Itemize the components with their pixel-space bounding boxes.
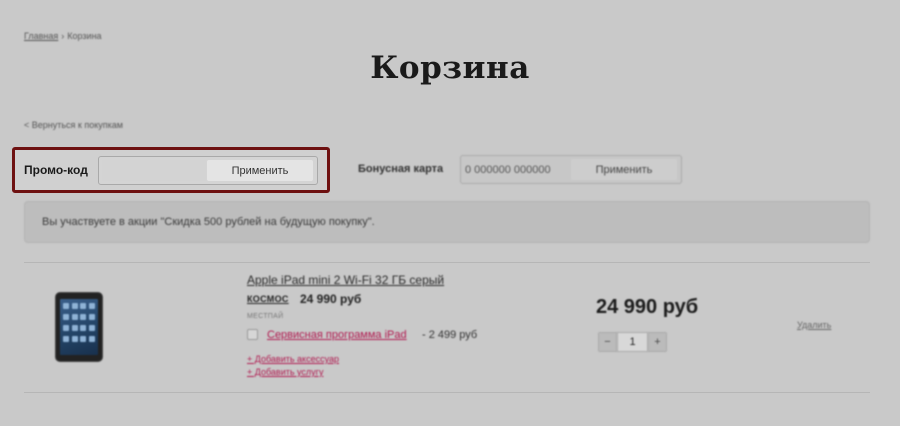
page-title: Корзина	[370, 50, 530, 86]
breadcrumb: Главная › Корзина	[24, 31, 102, 41]
service-program-price: - 2 499 руб	[422, 329, 478, 341]
tablet-app-grid	[63, 303, 95, 345]
quantity-increase-button[interactable]: +	[648, 332, 667, 352]
divider	[24, 262, 870, 263]
add-accessory-link[interactable]: + Добавить аксессуар	[247, 354, 339, 364]
promo-code-field: Применить	[98, 156, 318, 185]
unit-price: 24 990 руб	[300, 292, 362, 306]
add-service-link[interactable]: + Добавить услугу	[247, 367, 323, 377]
promo-notice: Вы участвуете в акции "Скидка 500 рублей…	[24, 201, 870, 243]
promo-code-input[interactable]	[102, 160, 206, 181]
product-title-link[interactable]: Apple iPad mini 2 Wi-Fi 32 ГБ серый	[247, 273, 444, 287]
service-program-checkbox[interactable]	[247, 329, 258, 340]
quantity-input[interactable]	[617, 332, 648, 352]
quantity-decrease-button[interactable]: −	[598, 332, 617, 352]
promo-notice-text: Вы участвуете в акции "Скидка 500 рублей…	[42, 216, 375, 228]
breadcrumb-current: Корзина	[67, 31, 102, 41]
bonus-card-input[interactable]	[465, 159, 569, 180]
remove-item-link[interactable]: Удалить	[797, 320, 831, 330]
brand-label: КОСМОС	[247, 294, 289, 304]
bonus-apply-button[interactable]: Применить	[571, 159, 677, 180]
bonus-card-label: Бонусная карта	[358, 163, 444, 175]
promo-apply-button[interactable]: Применить	[207, 160, 313, 181]
back-to-shopping-link[interactable]: < Вернуться к покупкам	[24, 120, 123, 130]
promo-code-section: Промо-код Применить	[12, 147, 330, 193]
bonus-card-field: Применить	[460, 155, 682, 184]
service-program-link[interactable]: Сервисная программа iPad	[267, 329, 407, 341]
store-note: МЕСТПАЙ	[247, 313, 284, 320]
divider	[24, 392, 870, 393]
promo-code-label: Промо-код	[24, 163, 88, 177]
breadcrumb-separator: ›	[61, 31, 65, 41]
total-price: 24 990 руб	[596, 296, 699, 318]
cart-page: Главная › Корзина Корзина < Вернуться к по…	[0, 0, 900, 426]
breadcrumb-home-link[interactable]: Главная	[24, 31, 58, 41]
tablet-screen	[60, 299, 98, 355]
product-image[interactable]	[55, 292, 103, 362]
